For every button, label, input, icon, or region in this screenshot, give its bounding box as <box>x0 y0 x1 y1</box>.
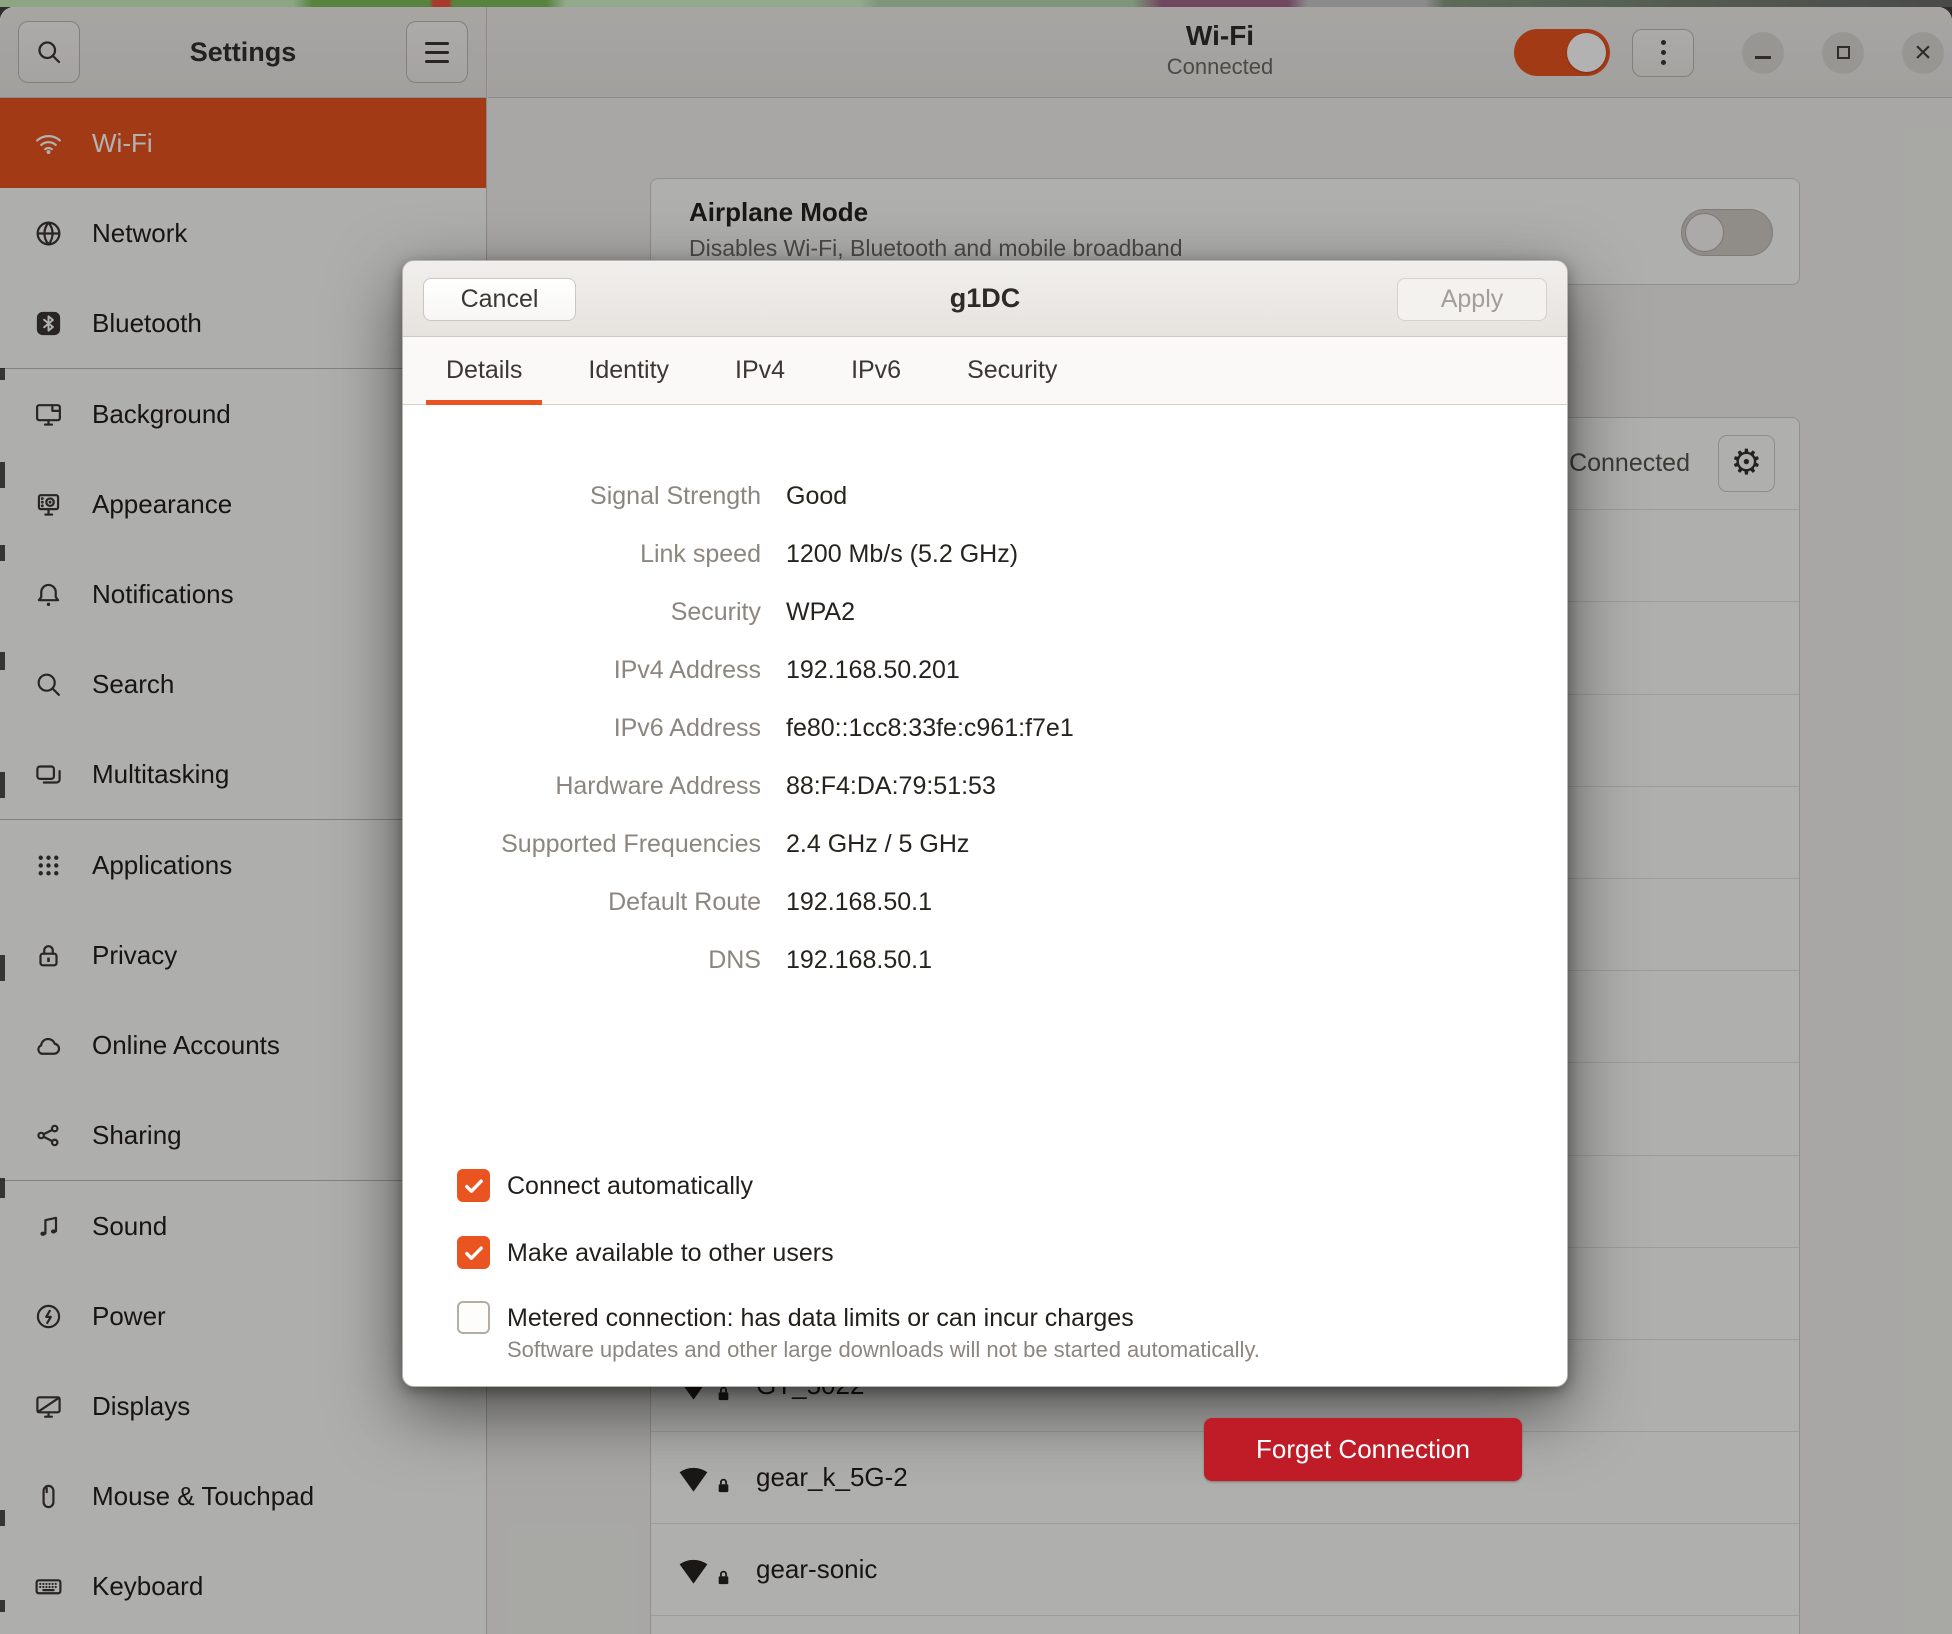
desktop-edge-artifact <box>0 545 5 561</box>
detail-value: 88:F4:DA:79:51:53 <box>786 772 996 801</box>
detail-label: Link speed <box>403 540 761 569</box>
tab-ipv4[interactable]: IPv4 <box>715 337 805 404</box>
desktop-edge-artifact <box>0 1178 5 1198</box>
detail-label: DNS <box>403 946 761 975</box>
detail-row-supported-frequencies: Supported Frequencies 2.4 GHz / 5 GHz <box>403 815 1567 873</box>
screen: Settings Wi-FiNetworkBluetoothBackground… <box>0 0 1952 1634</box>
detail-label: Hardware Address <box>403 772 761 801</box>
tab-identity[interactable]: Identity <box>568 337 689 404</box>
detail-value: 192.168.50.201 <box>786 656 960 685</box>
detail-label: Supported Frequencies <box>403 830 761 859</box>
detail-label: IPv4 Address <box>403 656 761 685</box>
apply-button[interactable]: Apply <box>1397 278 1547 321</box>
dialog-content: Signal Strength Good Link speed 1200 Mb/s (… <box>403 405 1567 1386</box>
detail-row-ipv4-address: IPv4 Address 192.168.50.201 <box>403 641 1567 699</box>
detail-label: IPv6 Address <box>403 714 761 743</box>
connection-details-dialog: Cancel g1DC Apply Details Identity IPv4 IPv… <box>402 260 1568 1387</box>
checkbox-label: Connect automatically <box>507 1170 753 1202</box>
detail-value: 192.168.50.1 <box>786 888 932 917</box>
dialog-headerbar: Cancel g1DC Apply <box>403 261 1567 337</box>
detail-row-dns: DNS 192.168.50.1 <box>403 931 1567 989</box>
detail-row-default-route: Default Route 192.168.50.1 <box>403 873 1567 931</box>
detail-row-link-speed: Link speed 1200 Mb/s (5.2 GHz) <box>403 525 1567 583</box>
detail-value: WPA2 <box>786 598 855 627</box>
checkbox-row-metered-connection[interactable]: Metered connection: has data limits or c… <box>457 1301 1507 1364</box>
detail-label: Default Route <box>403 888 761 917</box>
dialog-tabs: Details Identity IPv4 IPv6 Security <box>403 337 1567 405</box>
desktop-edge-artifact <box>0 955 5 981</box>
desktop-edge-artifact <box>0 1510 5 1526</box>
checkbox-sublabel: Software updates and other large downloa… <box>507 1336 1260 1364</box>
desktop-edge-artifact <box>0 652 5 670</box>
detail-row-hardware-address: Hardware Address 88:F4:DA:79:51:53 <box>403 757 1567 815</box>
checkbox-row-make-available-to-other-users[interactable]: Make available to other users <box>457 1236 1507 1269</box>
desktop-edge-artifact <box>0 1600 5 1612</box>
desktop-background-strip <box>0 0 1952 7</box>
checkbox-row-connect-automatically[interactable]: Connect automatically <box>457 1169 1507 1202</box>
detail-row-security: Security WPA2 <box>403 583 1567 641</box>
tab-details[interactable]: Details <box>426 337 542 404</box>
detail-value: Good <box>786 482 847 511</box>
detail-row-signal-strength: Signal Strength Good <box>403 467 1567 525</box>
detail-row-ipv6-address: IPv6 Address fe80::1cc8:33fe:c961:f7e1 <box>403 699 1567 757</box>
dialog-title: g1DC <box>950 283 1021 314</box>
detail-value: fe80::1cc8:33fe:c961:f7e1 <box>786 714 1074 743</box>
checkbox-label: Metered connection: has data limits or c… <box>507 1302 1260 1334</box>
checked-checkbox[interactable] <box>457 1169 490 1202</box>
checkbox-label: Make available to other users <box>507 1237 834 1269</box>
forget-connection-button[interactable]: Forget Connection <box>1204 1418 1522 1481</box>
detail-value: 192.168.50.1 <box>786 946 932 975</box>
cancel-button[interactable]: Cancel <box>423 278 576 321</box>
desktop-edge-artifact <box>0 368 5 380</box>
tab-ipv6[interactable]: IPv6 <box>831 337 921 404</box>
unchecked-checkbox[interactable] <box>457 1301 490 1334</box>
desktop-edge-artifact <box>0 772 5 798</box>
detail-label: Security <box>403 598 761 627</box>
checked-checkbox[interactable] <box>457 1236 490 1269</box>
detail-label: Signal Strength <box>403 482 761 511</box>
detail-value: 1200 Mb/s (5.2 GHz) <box>786 540 1018 569</box>
detail-value: 2.4 GHz / 5 GHz <box>786 830 969 859</box>
desktop-edge-artifact <box>0 462 5 488</box>
tab-security[interactable]: Security <box>947 337 1077 404</box>
connection-details: Signal Strength Good Link speed 1200 Mb/s (… <box>403 467 1567 989</box>
